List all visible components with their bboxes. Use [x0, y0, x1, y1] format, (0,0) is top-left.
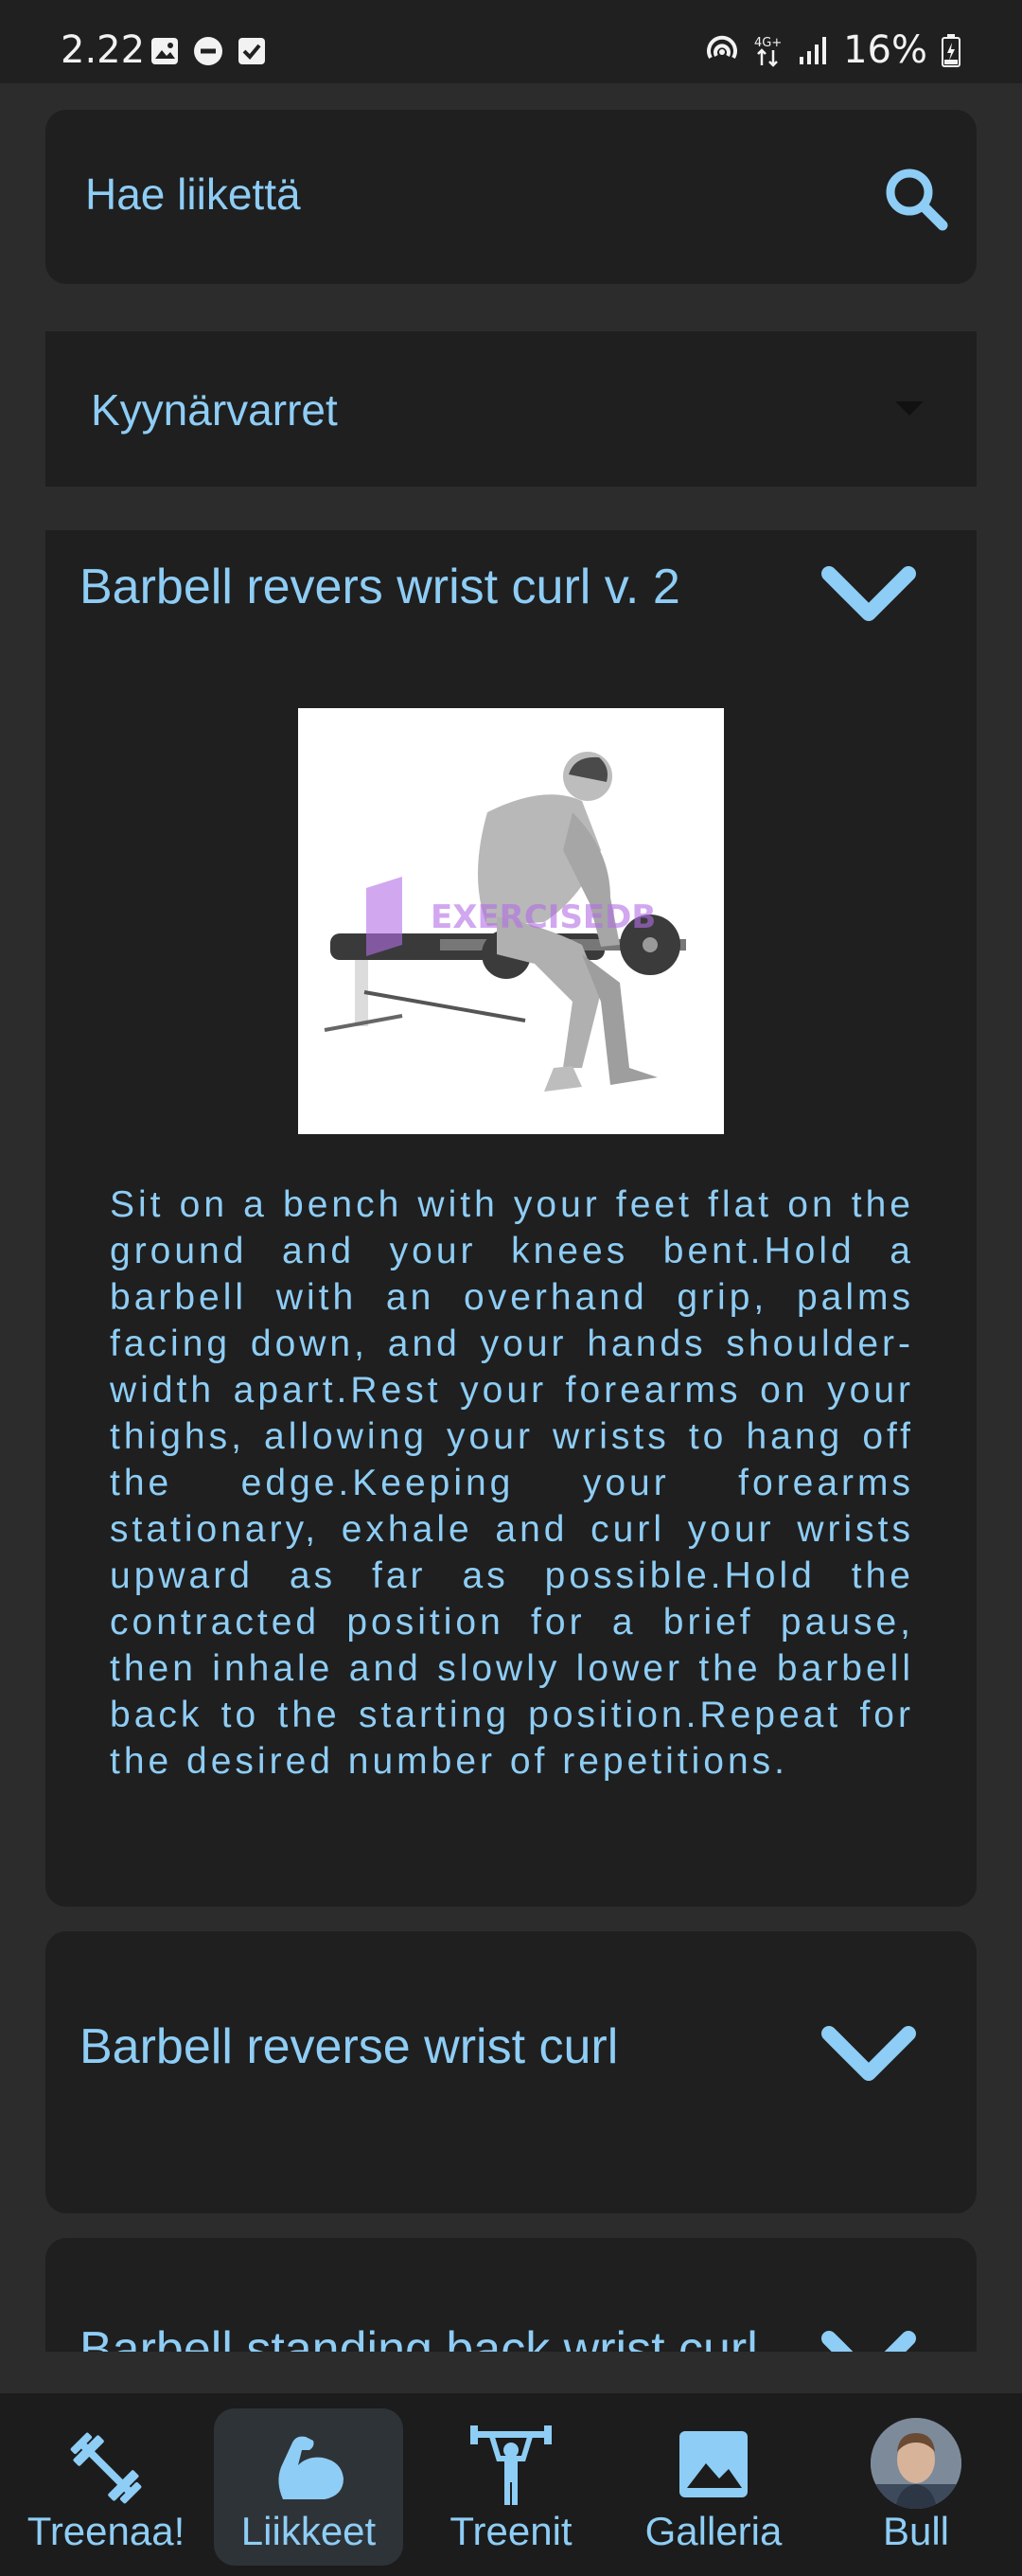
- exercise-card[interactable]: Barbell reverse wrist curl: [45, 1931, 977, 2213]
- nav-label: Liikkeet: [240, 2509, 377, 2553]
- image-icon: [679, 2431, 748, 2497]
- dumbbell-icon: [70, 2432, 142, 2504]
- network-4g-icon: 4G+: [754, 36, 782, 67]
- bottom-navigation: Treenaa! Liikkeet Treenit Galleria Bull: [0, 2393, 1022, 2576]
- do-not-disturb-icon: [194, 37, 222, 65]
- exercise-image: EXERCISEDB: [298, 708, 724, 1134]
- svg-text:4G+: 4G+: [754, 36, 782, 50]
- avatar: [871, 2418, 961, 2509]
- nav-label: Galleria: [644, 2509, 783, 2553]
- checkbox-notification-icon: [238, 38, 265, 64]
- exercise-title[interactable]: Barbell reverse wrist curl: [79, 2018, 618, 2075]
- battery-percentage: 16%: [843, 28, 927, 72]
- battery-charging-icon: [942, 34, 960, 67]
- avatar-photo: [871, 2418, 961, 2509]
- nav-label: Bull: [882, 2509, 950, 2553]
- weightlifter-icon: [470, 2425, 552, 2505]
- chevron-down-icon[interactable]: [821, 2024, 916, 2085]
- search-placeholder: Hae liikettä: [85, 169, 301, 219]
- dropdown-caret-icon: [895, 401, 924, 416]
- gallery-notification-icon: [151, 38, 178, 64]
- exercise-card[interactable]: Barbell standing back wrist curl: [45, 2238, 977, 2352]
- status-time: 2.22: [61, 28, 146, 72]
- chevron-down-icon[interactable]: [821, 2329, 916, 2352]
- system-icons: 4G+ 16%: [705, 28, 961, 72]
- exercise-card: Barbell revers wrist curl v. 2 EXERCISED…: [45, 530, 977, 1907]
- exercise-title[interactable]: Barbell revers wrist curl v. 2: [79, 559, 680, 615]
- signal-icon: [800, 37, 827, 64]
- search-icon[interactable]: [882, 165, 950, 233]
- category-selected-value: Kyynärvarret: [91, 385, 338, 435]
- notification-icons: [150, 36, 267, 66]
- nav-item-profile[interactable]: Bull: [821, 2408, 1011, 2566]
- nav-item-liikkeet[interactable]: Liikkeet: [214, 2408, 403, 2566]
- exercise-title[interactable]: Barbell standing back wrist curl: [79, 2321, 758, 2352]
- image-watermark: EXERCISEDB: [431, 898, 656, 936]
- status-bar: 2.22 4G+ 16%: [0, 0, 1022, 83]
- hotspot-icon: [707, 35, 738, 60]
- nav-label: Treenit: [449, 2509, 573, 2553]
- category-dropdown[interactable]: Kyynärvarret: [45, 331, 977, 487]
- nav-item-galleria[interactable]: Galleria: [619, 2408, 808, 2566]
- nav-label: Treenaa!: [26, 2509, 185, 2553]
- nav-item-treenaa[interactable]: Treenaa!: [11, 2408, 201, 2566]
- flexed-biceps-icon: [278, 2436, 344, 2499]
- search-input[interactable]: Hae liikettä: [45, 110, 977, 284]
- exercise-description: Sit on a bench with your feet flat on th…: [110, 1184, 914, 1782]
- chevron-down-icon[interactable]: [821, 564, 916, 625]
- nav-item-treenit[interactable]: Treenit: [416, 2408, 606, 2566]
- exercise-illustration: EXERCISEDB: [324, 752, 686, 1092]
